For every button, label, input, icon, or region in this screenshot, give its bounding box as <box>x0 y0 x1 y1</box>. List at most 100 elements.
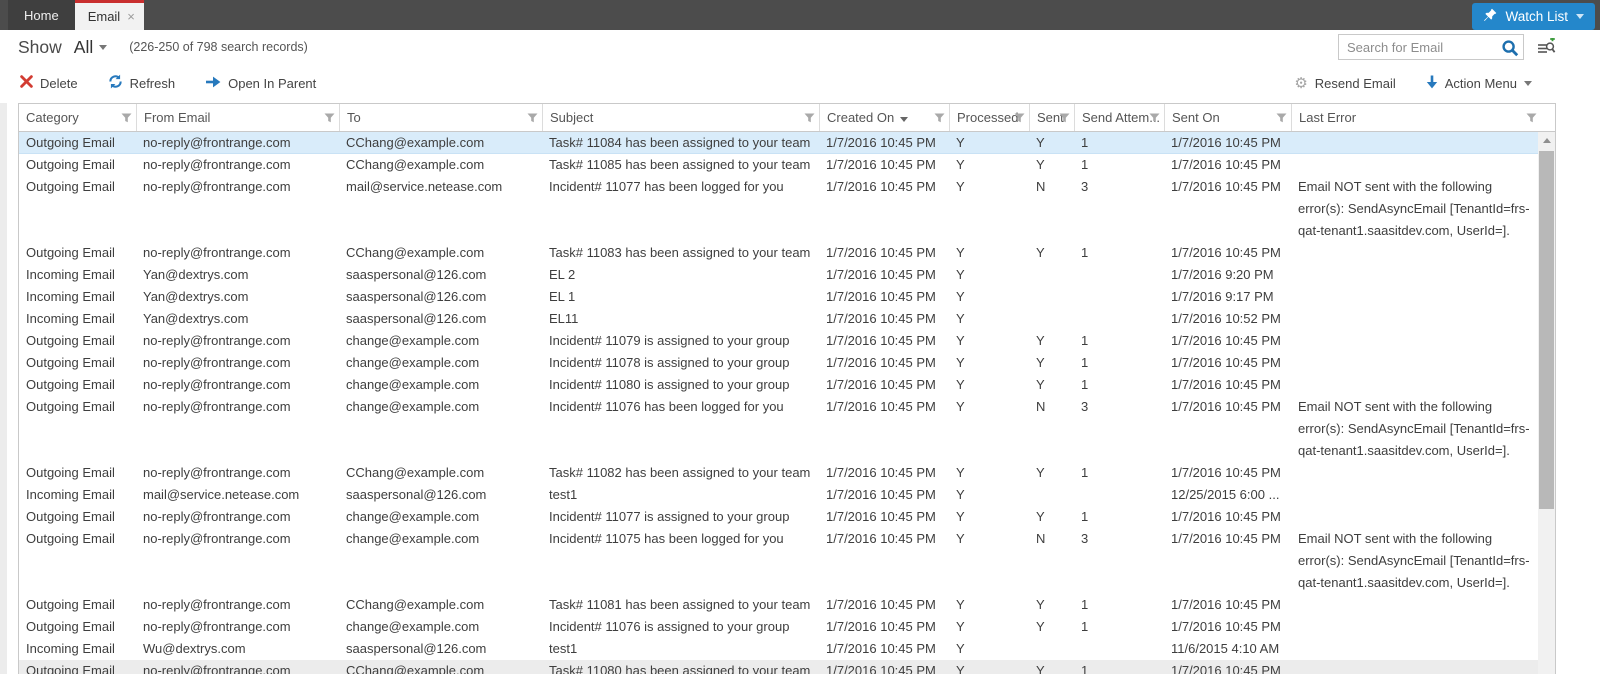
table-row[interactable]: Outgoing Emailno-reply@frontrange.comcha… <box>19 330 1555 352</box>
column-header-created-on[interactable]: Created On <box>819 104 949 131</box>
table-row[interactable]: Outgoing Emailno-reply@frontrange.commai… <box>19 176 1555 242</box>
table-row[interactable]: Outgoing Emailno-reply@frontrange.comcha… <box>19 506 1555 528</box>
tab-home[interactable]: Home <box>8 0 75 30</box>
cell-subject: Incident# 11076 has been logged for you <box>542 396 819 462</box>
column-header-from-email[interactable]: From Email <box>136 104 339 131</box>
records-summary: (226-250 of 798 search records) <box>129 40 308 54</box>
advanced-search-icon[interactable] <box>1537 38 1556 60</box>
column-header-sent[interactable]: Sent <box>1029 104 1074 131</box>
watch-list-button[interactable]: Watch List <box>1472 3 1595 30</box>
cell-sent-on: 1/7/2016 9:20 PM <box>1164 264 1291 286</box>
column-header-subject[interactable]: Subject <box>542 104 819 131</box>
table-row[interactable]: Outgoing Emailno-reply@frontrange.comCCh… <box>19 132 1555 154</box>
column-header-sent-on[interactable]: Sent On <box>1164 104 1291 131</box>
filter-icon[interactable] <box>1276 113 1287 123</box>
scrollbar-thumb[interactable] <box>1539 151 1554 509</box>
filter-icon[interactable] <box>324 113 335 123</box>
table-row[interactable]: Outgoing Emailno-reply@frontrange.comcha… <box>19 616 1555 638</box>
resend-email-label: Resend Email <box>1315 76 1396 91</box>
cell-category: Incoming Email <box>19 638 136 660</box>
cell-last-error <box>1291 660 1538 674</box>
cell-from-email: Yan@dextrys.com <box>136 286 339 308</box>
close-icon[interactable]: × <box>127 10 135 23</box>
table-row[interactable]: Outgoing Emailno-reply@frontrange.comcha… <box>19 374 1555 396</box>
cell-to: CChang@example.com <box>339 462 542 484</box>
column-header-processed[interactable]: Processed <box>949 104 1029 131</box>
table-row[interactable]: Outgoing Emailno-reply@frontrange.comcha… <box>19 396 1555 462</box>
table-row[interactable]: Outgoing Emailno-reply@frontrange.comCCh… <box>19 242 1555 264</box>
filter-icon[interactable] <box>527 113 538 123</box>
cell-subject: EL11 <box>542 308 819 330</box>
open-in-parent-button[interactable]: Open In Parent <box>205 76 316 91</box>
resend-email-button[interactable]: ⚙ Resend Email <box>1294 76 1395 91</box>
cell-processed: Y <box>949 286 1029 308</box>
cell-created-on: 1/7/2016 10:45 PM <box>819 154 949 176</box>
cell-subject: Incident# 11079 is assigned to your grou… <box>542 330 819 352</box>
cell-send-attempts: 1 <box>1074 154 1164 176</box>
cell-sent-on: 1/7/2016 10:45 PM <box>1164 176 1291 242</box>
show-filter-dropdown[interactable]: All <box>74 37 107 58</box>
table-row[interactable]: Incoming EmailYan@dextrys.comsaaspersona… <box>19 286 1555 308</box>
column-header-category[interactable]: Category <box>19 104 136 131</box>
cell-processed: Y <box>949 264 1029 286</box>
show-bar: Show All (226-250 of 798 search records) <box>0 30 1600 64</box>
refresh-button[interactable]: Refresh <box>108 74 176 92</box>
table-row[interactable]: Outgoing Emailno-reply@frontrange.comCCh… <box>19 660 1555 674</box>
filter-icon[interactable] <box>1014 113 1025 123</box>
column-label: Last Error <box>1299 110 1356 125</box>
action-menu-button[interactable]: Action Menu <box>1426 75 1532 92</box>
column-header-last-error[interactable]: Last Error <box>1291 104 1541 131</box>
column-header-send-attem[interactable]: Send Attem... <box>1074 104 1164 131</box>
cell-sent-on: 12/25/2015 6:00 ... <box>1164 484 1291 506</box>
cell-send-attempts <box>1074 264 1164 286</box>
scroll-up-button[interactable] <box>1538 132 1555 149</box>
cell-subject: Incident# 11078 is assigned to your grou… <box>542 352 819 374</box>
filter-icon[interactable] <box>1526 113 1537 123</box>
filter-icon[interactable] <box>1149 113 1160 123</box>
cell-subject: EL 2 <box>542 264 819 286</box>
cell-from-email: no-reply@frontrange.com <box>136 660 339 674</box>
table-row[interactable]: Outgoing Emailno-reply@frontrange.comCCh… <box>19 154 1555 176</box>
search-input[interactable] <box>1339 35 1491 59</box>
table-row[interactable]: Incoming EmailYan@dextrys.comsaaspersona… <box>19 308 1555 330</box>
cell-from-email: Wu@dextrys.com <box>136 638 339 660</box>
cell-subject: Task# 11085 has been assigned to your te… <box>542 154 819 176</box>
table-row[interactable]: Outgoing Emailno-reply@frontrange.comcha… <box>19 352 1555 374</box>
tab-email[interactable]: Email × <box>75 0 144 30</box>
cell-to: change@example.com <box>339 616 542 638</box>
cell-sent-on: 1/7/2016 10:45 PM <box>1164 506 1291 528</box>
cell-last-error <box>1291 638 1538 660</box>
table-row[interactable]: Incoming EmailYan@dextrys.comsaaspersona… <box>19 264 1555 286</box>
cell-category: Incoming Email <box>19 484 136 506</box>
table-row[interactable]: Outgoing Emailno-reply@frontrange.comcha… <box>19 528 1555 594</box>
cell-to: mail@service.netease.com <box>339 176 542 242</box>
filter-icon[interactable] <box>804 113 815 123</box>
delete-button[interactable]: Delete <box>20 75 78 91</box>
column-header-to[interactable]: To <box>339 104 542 131</box>
cell-created-on: 1/7/2016 10:45 PM <box>819 374 949 396</box>
table-row[interactable]: Incoming Emailmail@service.netease.comsa… <box>19 484 1555 506</box>
cell-sent <box>1029 264 1074 286</box>
cell-category: Incoming Email <box>19 308 136 330</box>
arrow-down-icon <box>1426 75 1438 92</box>
column-label: Subject <box>550 110 593 125</box>
table-row[interactable]: Outgoing Emailno-reply@frontrange.comCCh… <box>19 462 1555 484</box>
cell-subject: test1 <box>542 484 819 506</box>
filter-icon[interactable] <box>934 113 945 123</box>
cell-from-email: no-reply@frontrange.com <box>136 242 339 264</box>
cell-processed: Y <box>949 154 1029 176</box>
cell-from-email: no-reply@frontrange.com <box>136 352 339 374</box>
filter-icon[interactable] <box>121 113 132 123</box>
cell-last-error <box>1291 264 1538 286</box>
table-row[interactable]: Outgoing Emailno-reply@frontrange.comCCh… <box>19 594 1555 616</box>
cell-sent-on: 1/7/2016 10:45 PM <box>1164 462 1291 484</box>
grid-header: CategoryFrom EmailTo Subject Created OnPro… <box>19 104 1555 132</box>
filter-icon[interactable] <box>1059 113 1070 123</box>
table-row[interactable]: Incoming EmailWu@dextrys.comsaaspersonal… <box>19 638 1555 660</box>
cell-created-on: 1/7/2016 10:45 PM <box>819 132 949 154</box>
triangle-up-icon <box>1543 138 1551 143</box>
vertical-scrollbar[interactable] <box>1538 132 1555 674</box>
cell-last-error: Email NOT sent with the following error(… <box>1291 528 1538 594</box>
search-icon[interactable] <box>1501 39 1519 62</box>
cell-last-error <box>1291 594 1538 616</box>
